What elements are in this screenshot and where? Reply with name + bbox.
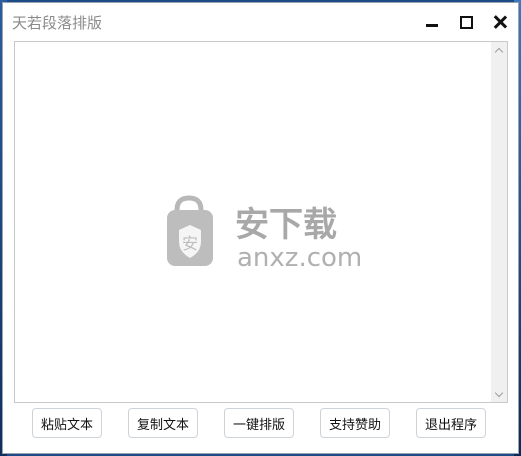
scroll-up-button[interactable] bbox=[491, 42, 507, 58]
minimize-button[interactable] bbox=[421, 11, 443, 33]
watermark-brand: 安下载 bbox=[235, 205, 337, 245]
app-window: 天若段落排版 安 安下载 anxz.com 粘贴文本 复制文本 一键排版 支持赞… bbox=[2, 2, 519, 454]
copy-text-button[interactable]: 复制文本 bbox=[128, 408, 198, 438]
chevron-down-icon bbox=[494, 388, 504, 397]
minimize-icon bbox=[426, 23, 438, 27]
one-click-format-button[interactable]: 一键排版 bbox=[224, 408, 294, 438]
close-button[interactable] bbox=[489, 11, 511, 33]
close-icon bbox=[493, 15, 507, 29]
scroll-down-button[interactable] bbox=[491, 386, 507, 402]
window-title: 天若段落排版 bbox=[12, 14, 103, 32]
exit-program-button[interactable]: 退出程序 bbox=[416, 408, 486, 438]
action-button-row: 粘贴文本 复制文本 一键排版 支持赞助 退出程序 bbox=[3, 408, 518, 440]
paste-text-button[interactable]: 粘贴文本 bbox=[32, 408, 102, 438]
vertical-scrollbar[interactable] bbox=[491, 42, 507, 402]
text-editor-area[interactable]: 安 安下载 anxz.com bbox=[14, 41, 508, 403]
maximize-icon bbox=[459, 15, 473, 29]
title-bar[interactable]: 天若段落排版 bbox=[3, 3, 518, 41]
watermark-logo: 安 安下载 anxz.com bbox=[167, 195, 362, 272]
maximize-button[interactable] bbox=[455, 11, 477, 33]
shopping-bag-icon: 安 bbox=[167, 195, 213, 266]
watermark-badge-char: 安 bbox=[182, 234, 198, 253]
watermark-domain: anxz.com bbox=[237, 243, 362, 272]
chevron-up-icon bbox=[494, 47, 504, 56]
support-donate-button[interactable]: 支持赞助 bbox=[320, 408, 390, 438]
